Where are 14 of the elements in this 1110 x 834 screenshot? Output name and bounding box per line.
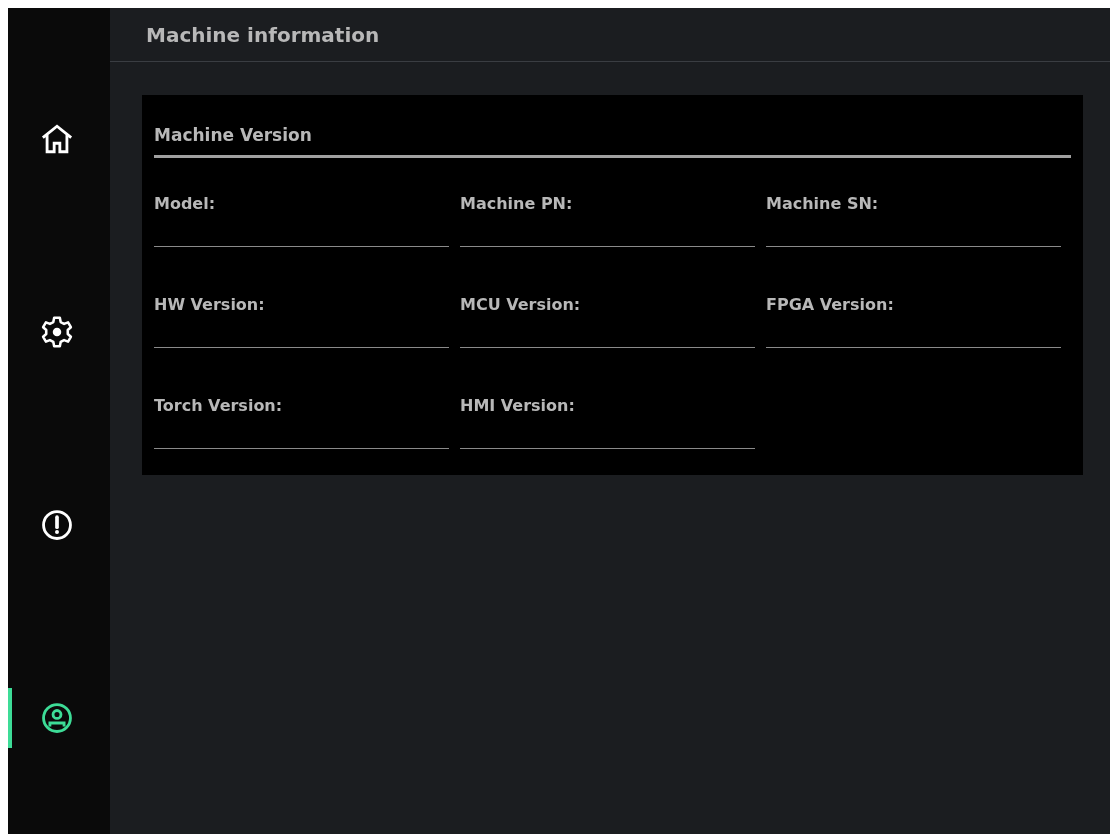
field-label: HW Version: xyxy=(154,294,266,316)
field-label: MCU Version: xyxy=(460,294,582,316)
settings-icon xyxy=(40,315,74,349)
alert-icon xyxy=(40,508,74,542)
field-label: HMI Version: xyxy=(460,395,576,417)
field-label: FPGA Version: xyxy=(766,294,895,316)
field-label: Torch Version: xyxy=(154,395,284,417)
field-label: Model: xyxy=(154,193,217,215)
section-title: Machine Version xyxy=(154,125,1071,158)
page-title: Machine information xyxy=(146,22,380,47)
field-label: Machine PN: xyxy=(460,193,574,215)
field-label: Machine SN: xyxy=(766,193,880,215)
user-icon xyxy=(40,701,74,735)
home-icon xyxy=(40,122,74,156)
